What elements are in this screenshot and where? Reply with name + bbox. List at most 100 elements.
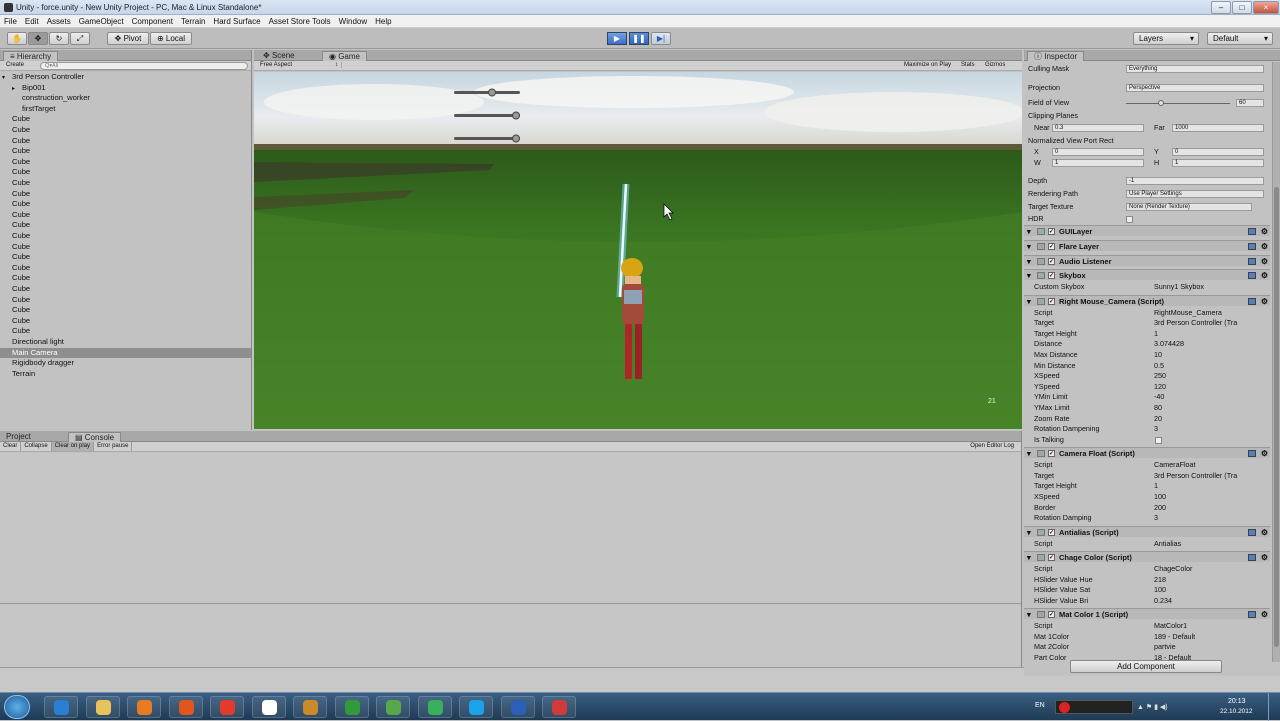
field-value[interactable]: Antialias — [1154, 539, 1181, 550]
help-book-icon[interactable] — [1248, 611, 1256, 619]
enabled-checkbox[interactable]: ✓ — [1048, 297, 1055, 305]
help-book-icon[interactable] — [1248, 554, 1256, 562]
hierarchy-item[interactable]: Cube — [0, 114, 251, 125]
gear-icon[interactable]: ⚙ — [1261, 552, 1268, 563]
hierarchy-item[interactable]: construction_worker — [0, 93, 251, 104]
enabled-checkbox[interactable]: ✓ — [1048, 450, 1055, 458]
field-value[interactable]: 200 — [1154, 503, 1166, 514]
field-value[interactable]: 20 — [1154, 414, 1162, 425]
field-value[interactable]: 3rd Person Controller (Tra — [1154, 471, 1237, 482]
enabled-checkbox[interactable]: ✓ — [1048, 257, 1055, 265]
move-tool-button[interactable]: ✥ — [28, 32, 48, 45]
utorrent-icon[interactable] — [334, 696, 369, 718]
menu-item-file[interactable]: File — [0, 15, 21, 26]
clock-date[interactable]: 22.10.2012 — [1220, 708, 1253, 715]
hierarchy-item[interactable]: Cube — [0, 178, 251, 189]
dropdown-field[interactable]: Perspective — [1126, 84, 1264, 92]
tab-inspector[interactable]: ⓘ Inspector — [1027, 51, 1085, 61]
help-book-icon[interactable] — [1248, 228, 1256, 235]
firefox-icon[interactable] — [168, 696, 203, 718]
open-editor-log-button[interactable]: Open Editor Log — [967, 442, 1017, 451]
hierarchy-item[interactable]: Cube — [0, 189, 251, 200]
field-value[interactable]: partvie — [1154, 642, 1176, 653]
hand-tool-button[interactable]: ✋ — [7, 32, 27, 45]
dropdown-field[interactable]: Everything — [1126, 65, 1264, 73]
enabled-checkbox[interactable]: ✓ — [1048, 272, 1055, 280]
scale-tool-button[interactable]: ⤢ — [70, 32, 90, 45]
x-field[interactable]: 0 — [1052, 148, 1144, 156]
gear-icon[interactable]: ⚙ — [1261, 226, 1268, 237]
menu-item-assets[interactable]: Assets — [43, 15, 75, 26]
play-button[interactable]: ▶ — [607, 32, 627, 45]
pause-button[interactable]: ❚❚ — [629, 32, 649, 45]
error-pause-toggle[interactable]: Error pause — [94, 442, 133, 451]
field-value[interactable]: 10 — [1154, 350, 1162, 361]
gear-icon[interactable]: ⚙ — [1261, 241, 1268, 252]
recorder-tray[interactable] — [1055, 700, 1133, 714]
field-value[interactable]: Sunny1 Skybox — [1154, 282, 1204, 293]
explorer-icon[interactable] — [85, 696, 120, 718]
hierarchy-item[interactable]: Cube — [0, 199, 251, 210]
stats-toggle[interactable]: Stats — [961, 62, 975, 68]
skype-icon[interactable] — [459, 696, 493, 718]
rendering-path-dropdown[interactable]: Use Player Settings — [1126, 190, 1264, 198]
gear-icon[interactable]: ⚙ — [1261, 256, 1268, 267]
pivot-toggle[interactable]: ✥ Pivot — [107, 32, 149, 45]
clock-time[interactable]: 20:13 — [1228, 698, 1246, 705]
component-header[interactable]: ▾ ✓ Flare Layer ⚙ — [1024, 239, 1270, 252]
is-talking-checkbox[interactable] — [1155, 436, 1162, 444]
minimize-button[interactable]: – — [1211, 1, 1231, 14]
enabled-checkbox[interactable]: ✓ — [1048, 228, 1055, 235]
component-header[interactable]: ▾ ✓ Mat Color 1 (Script) ⚙ — [1024, 608, 1270, 620]
step-button[interactable]: ▶| — [651, 32, 671, 45]
enabled-checkbox[interactable]: ✓ — [1048, 528, 1055, 536]
windows-start-icon[interactable] — [4, 695, 30, 719]
hierarchy-item[interactable]: Cube — [0, 136, 251, 147]
tab-game[interactable]: ◉ Game — [322, 51, 367, 61]
menu-item-gameobject[interactable]: GameObject — [75, 15, 128, 26]
component-header[interactable]: ▾ ✓ Chage Color (Script) ⚙ — [1024, 551, 1270, 563]
help-book-icon[interactable] — [1248, 242, 1256, 250]
w-field[interactable]: 1 — [1052, 159, 1144, 167]
foldout-arrow-icon[interactable]: ▾ — [1027, 296, 1031, 307]
gear-icon[interactable]: ⚙ — [1261, 527, 1268, 538]
media-icon[interactable] — [127, 696, 161, 718]
help-book-icon[interactable] — [1248, 297, 1256, 305]
field-value[interactable]: MatColor1 — [1154, 621, 1187, 632]
field-value[interactable]: 80 — [1154, 403, 1162, 414]
clear-button[interactable]: Clear — [0, 442, 22, 451]
hierarchy-item[interactable]: Cube — [0, 146, 251, 157]
aspect-dropdown[interactable]: Free Aspect ↕ — [260, 62, 342, 68]
hierarchy-item[interactable]: Cube — [0, 326, 251, 337]
hierarchy-item[interactable]: Rigidbody dragger — [0, 358, 251, 369]
field-value[interactable]: 189 - Default — [1154, 632, 1195, 643]
y-field[interactable]: 0 — [1172, 148, 1264, 156]
foldout-arrow-icon[interactable]: ▾ — [1027, 552, 1031, 563]
gear-icon[interactable]: ⚙ — [1261, 609, 1268, 620]
gear-icon[interactable]: ⚙ — [1261, 448, 1268, 459]
menu-item-component[interactable]: Component — [128, 15, 177, 26]
chrome-icon[interactable] — [210, 696, 244, 718]
hierarchy-item[interactable]: Cube — [0, 316, 251, 327]
tab-project[interactable]: Project — [0, 432, 37, 442]
field-value[interactable]: 120 — [1154, 382, 1166, 393]
foldout-arrow-icon[interactable]: ▾ — [1027, 609, 1031, 620]
tray-icons[interactable]: ▲ ⚑ ▮ ◀) — [1137, 703, 1168, 711]
field-value[interactable]: 1 — [1154, 481, 1158, 492]
create-dropdown[interactable]: Create — [6, 62, 24, 68]
record-icon[interactable] — [542, 696, 576, 718]
unity-icon[interactable] — [251, 696, 286, 718]
field-value[interactable]: RightMouse_Camera — [1154, 308, 1222, 319]
field-value[interactable]: 218 — [1154, 575, 1166, 586]
component-header[interactable]: ▾ ✓ Right Mouse_Camera (Script) ⚙ — [1024, 294, 1270, 307]
hierarchy-item[interactable]: Cube — [0, 273, 251, 284]
hierarchy-item[interactable]: Cube — [0, 231, 251, 242]
maximize-button[interactable]: □ — [1232, 1, 1252, 14]
clear-on-play-toggle[interactable]: Clear on play — [51, 442, 95, 451]
hierarchy-item[interactable]: Cube — [0, 125, 251, 136]
menu-item-terrain[interactable]: Terrain — [177, 15, 209, 26]
rotate-tool-button[interactable]: ↻ — [49, 32, 69, 45]
hierarchy-item[interactable]: Terrain — [0, 369, 251, 380]
field-value[interactable]: ChageColor — [1154, 564, 1192, 575]
field-value[interactable]: 3.074428 — [1154, 339, 1184, 350]
